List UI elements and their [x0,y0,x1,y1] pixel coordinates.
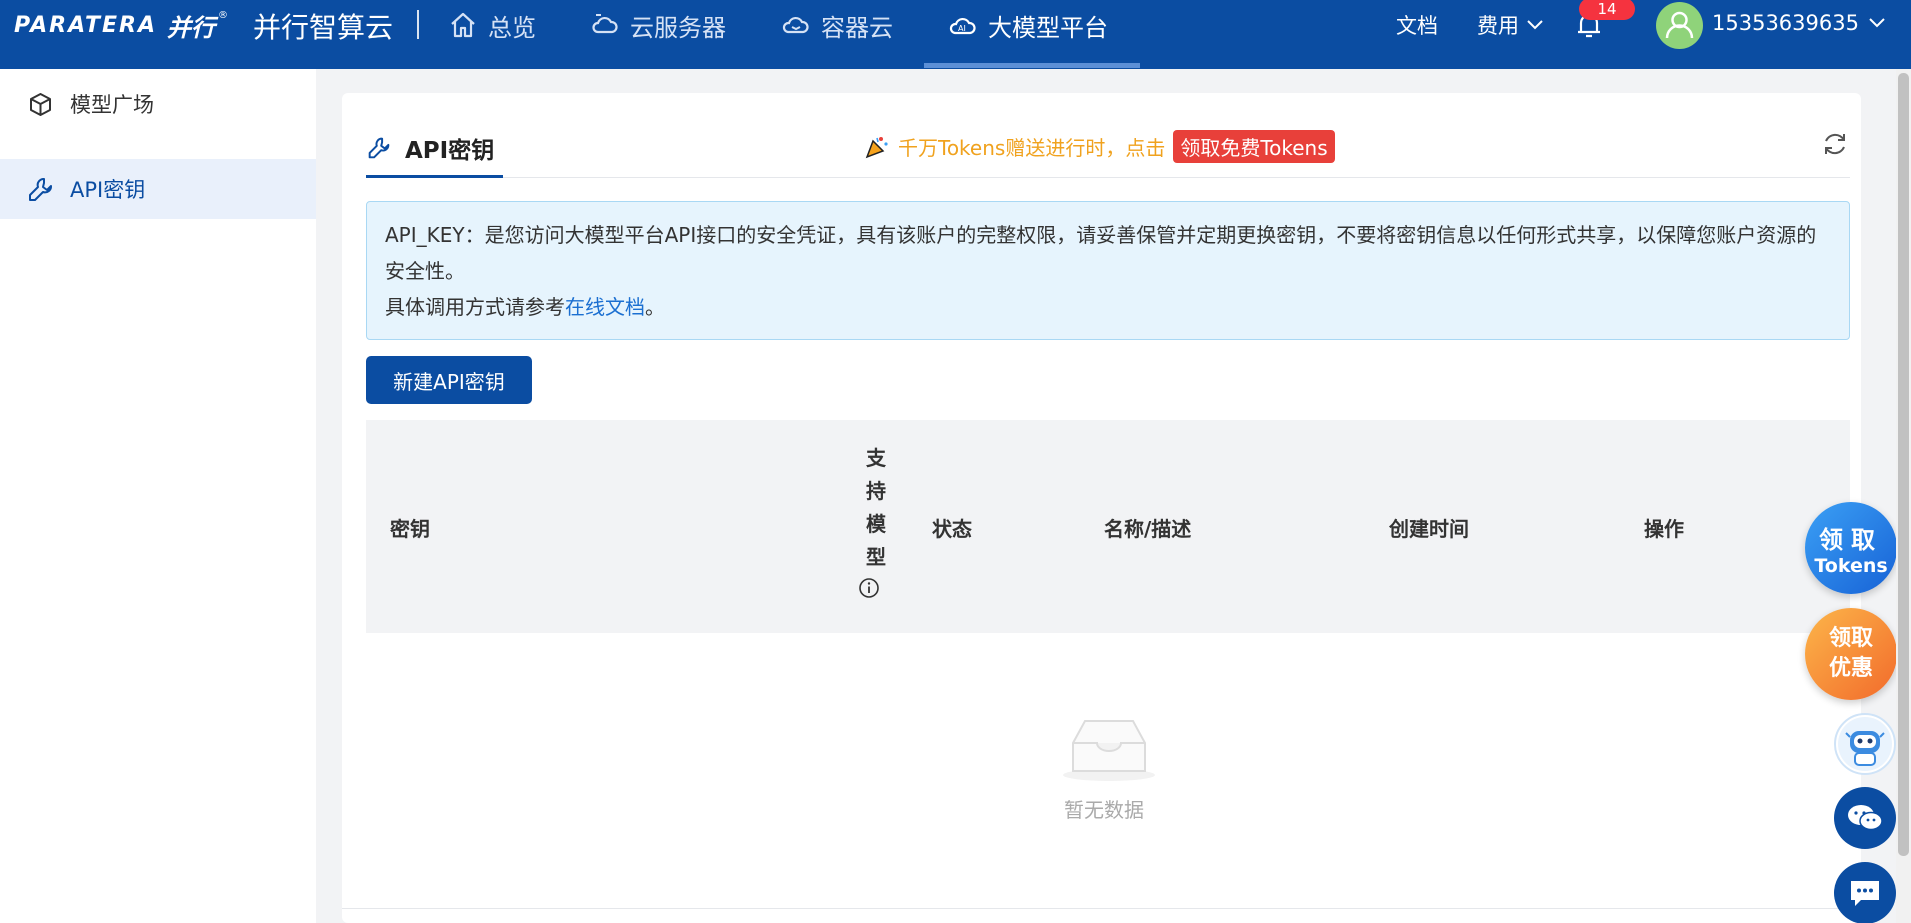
nav-container-cloud-label: 容器云 [821,13,893,42]
cloud-server-icon [592,14,618,34]
float-tokens-line2: Tokens [1814,554,1888,577]
active-tab-indicator [366,175,503,178]
promo-banner: 千万Tokens赠送进行时，点击 领取免费Tokens [864,130,1335,163]
notice-doc-suffix: 。 [645,295,665,319]
sidebar: 模型广场 API密钥 [0,69,316,923]
refresh-icon[interactable] [1821,130,1849,158]
sidebar-item-model-plaza[interactable]: 模型广场 [0,69,316,139]
column-char: 支 [866,446,886,470]
tab-divider [366,177,1850,178]
logo-text: PARATERA [14,12,157,38]
nav-llm-platform-label: 大模型平台 [988,13,1108,42]
username-label: 15353639635 [1712,11,1859,35]
logo[interactable]: PARATERA 并行 ® [14,10,228,42]
column-char: 持 [866,479,886,503]
new-api-key-button[interactable]: 新建API密钥 [366,356,532,404]
column-key: 密钥 [390,517,430,541]
user-icon [1665,11,1694,39]
avatar[interactable] [1656,2,1703,49]
float-offer-line2: 优惠 [1828,656,1873,681]
info-icon[interactable] [858,577,880,599]
active-nav-indicator [924,63,1140,68]
sidebar-item-label: 模型广场 [70,93,154,117]
chevron-down-icon [1527,20,1543,30]
column-char: 模 [866,512,886,536]
nav-cloud-server[interactable]: 云服务器 [590,6,726,44]
nav-cloud-server-label: 云服务器 [630,13,726,42]
table-header: 密钥 支 持 模 型 状态 名称/描述 创建时间 操作 [366,420,1850,633]
container-cloud-icon [782,16,809,34]
wechat-icon [1848,805,1883,831]
top-navbar: PARATERA 并行 ® 并行智算云 总览 云服务器 容器云 AI 大模型平台… [0,0,1911,69]
claim-tokens-float-button[interactable]: 领取 Tokens [1805,502,1897,594]
tab-api-keys[interactable]: API密钥 [367,131,494,165]
wrench-icon [29,177,52,201]
nav-container-cloud[interactable]: 容器云 [781,6,893,44]
brand-divider [417,10,419,39]
home-icon [451,12,475,38]
scrollbar-thumb[interactable] [1898,73,1909,856]
robot-icon [1838,717,1892,771]
chevron-down-icon [1869,18,1885,28]
notice-text: API_KEY：是您访问大模型平台API接口的安全凭证，具有该账户的完整权限，请… [385,223,1817,283]
table-bottom-divider [342,908,1861,909]
message-button[interactable] [1834,862,1896,923]
docs-link[interactable]: 文档 [1396,10,1438,40]
online-docs-link[interactable]: 在线文档 [565,295,645,319]
column-name-desc: 名称/描述 [1104,517,1192,541]
svg-text:AI: AI [958,24,966,33]
ai-cloud-icon: AI [949,17,976,35]
float-offer-line1: 领取 [1828,626,1873,651]
sidebar-item-api-keys[interactable]: API密钥 [0,159,316,219]
empty-inbox-icon [1063,720,1155,781]
fees-label: 费用 [1477,14,1519,38]
nav-overview-label: 总览 [488,13,536,42]
nav-llm-platform[interactable]: AI 大模型平台 [948,6,1108,44]
float-tokens-line1: 领取 [1819,525,1883,554]
notice-doc-prefix: 具体调用方式请参考 [385,295,565,319]
tab-label: API密钥 [405,138,495,164]
promo-text: 千万Tokens赠送进行时，点击 [898,136,1166,160]
notification-badge: 14 [1579,0,1635,20]
fees-menu[interactable]: 费用 [1477,10,1545,40]
logo-registered: ® [218,10,228,21]
claim-offer-float-button[interactable]: 领取 优惠 [1805,608,1897,700]
column-actions: 操作 [1644,517,1684,541]
party-popper-icon [865,136,888,158]
wrench-icon [368,137,390,159]
cube-icon [30,92,51,116]
ai-assistant-button[interactable] [1834,713,1896,775]
empty-state-text: 暂无数据 [1064,798,1144,822]
brand-name: 并行智算云 [253,11,394,44]
claim-free-tokens-button[interactable]: 领取免费Tokens [1173,130,1335,163]
column-supported-models: 支 持 模 型 [856,442,896,574]
column-created-at: 创建时间 [1389,517,1469,541]
logo-cn: 并行 [167,13,215,42]
notice-doc-line: 具体调用方式请参考在线文档。 [385,289,1831,325]
chat-bubble-icon [1851,881,1879,906]
wechat-button[interactable] [1834,787,1896,849]
user-menu[interactable]: 15353639635 [1712,11,1887,35]
sidebar-item-label: API密钥 [70,178,146,202]
api-key-notice: API_KEY：是您访问大模型平台API接口的安全凭证，具有该账户的完整权限，请… [366,201,1850,340]
column-char: 型 [866,545,886,569]
column-status: 状态 [932,517,972,541]
nav-overview[interactable]: 总览 [448,6,536,44]
